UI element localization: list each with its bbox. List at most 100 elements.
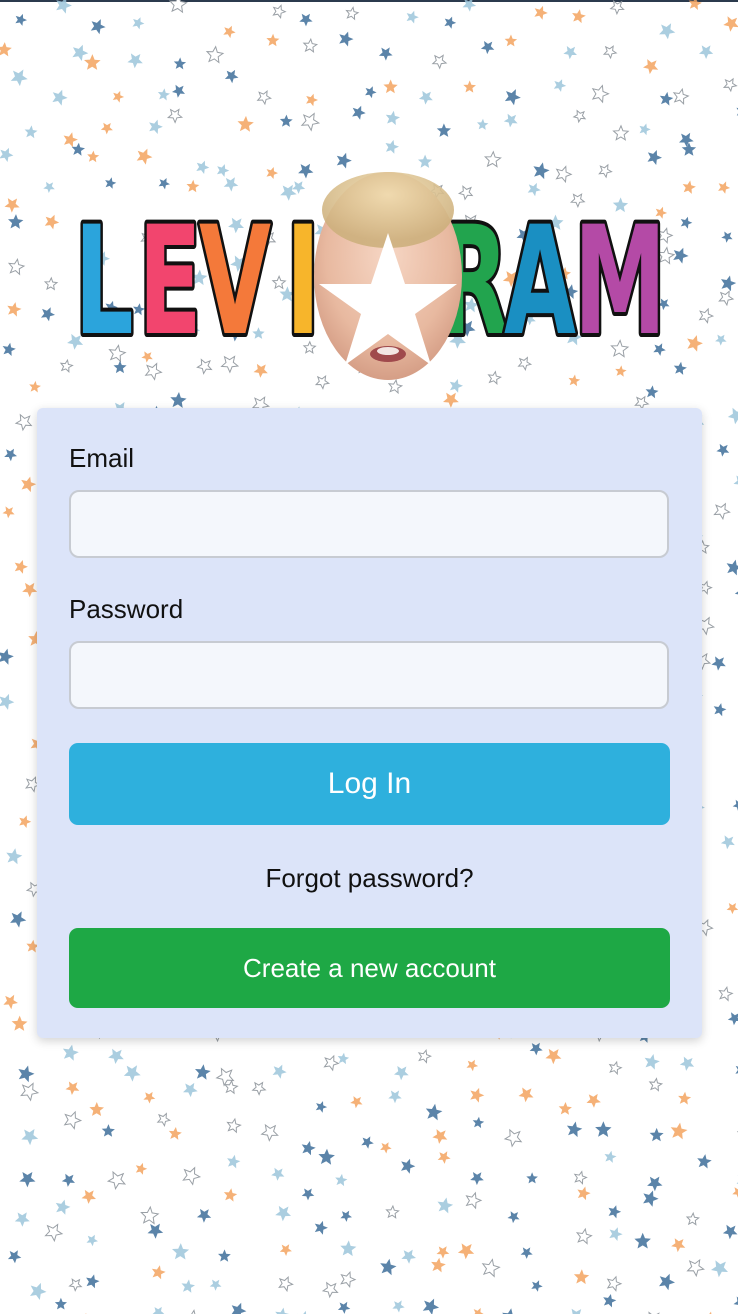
background-star-icon [0,693,15,710]
background-star-icon [337,1052,350,1065]
background-star-icon [147,1223,164,1239]
background-star-icon [24,125,38,139]
background-star-icon [385,1204,400,1219]
background-star-icon [699,45,714,59]
background-star-icon [127,53,143,69]
background-star-icon [672,87,690,105]
background-star-icon [634,1232,651,1249]
create-account-button[interactable]: Create a new account [69,928,670,1008]
background-star-icon [470,1172,484,1186]
background-star-icon [170,392,187,408]
background-star-icon [483,150,502,168]
background-star-icon [534,5,548,20]
background-star-icon [106,1170,127,1190]
background-star-icon [7,258,26,276]
logo-letter: A [504,195,576,369]
background-star-icon [723,16,738,32]
login-button[interactable]: Log In [69,743,670,825]
background-star-icon [609,0,625,16]
background-star-icon [152,1306,165,1314]
background-star-icon [336,152,352,169]
background-star-icon [21,476,37,493]
logo-letter: V [199,195,271,369]
background-star-icon [720,835,735,850]
background-star-icon [361,1136,374,1149]
background-star-icon [278,1275,294,1293]
background-star-icon [718,290,735,307]
password-input[interactable] [69,641,669,709]
background-star-icon [643,1190,659,1207]
background-star-icon [444,16,457,29]
background-star-icon [275,1307,290,1314]
background-star-icon [392,1300,405,1313]
background-star-icon [545,1048,562,1065]
background-star-icon [15,13,27,26]
background-star-icon [182,1166,202,1186]
background-star-icon [457,1243,475,1260]
background-star-icon [14,1212,30,1227]
forgot-password-link[interactable]: Forgot password? [37,863,702,894]
background-star-icon [260,1123,279,1142]
background-star-icon [30,1282,47,1300]
background-star-icon [2,342,16,356]
background-star-icon [670,1122,688,1140]
background-star-icon [531,1280,543,1292]
background-star-icon [350,1096,363,1109]
background-star-icon [520,1247,533,1259]
background-star-icon [43,276,59,291]
email-input[interactable] [69,490,669,558]
background-star-icon [380,1258,397,1276]
background-star-icon [183,1082,198,1098]
background-star-icon [63,132,78,148]
background-star-icon [481,1258,501,1278]
background-star-icon [572,109,587,124]
background-star-icon [718,181,731,194]
background-star-icon [713,502,731,521]
background-star-icon [132,17,145,30]
background-star-icon [22,582,38,598]
background-star-icon [223,1188,238,1202]
background-star-icon [466,1059,479,1072]
background-star-icon [385,139,399,154]
background-star-icon [251,1081,267,1096]
background-star-icon [340,1210,352,1222]
background-star-icon [502,1308,513,1314]
background-star-icon [518,1087,534,1103]
background-star-icon [566,1121,583,1138]
background-star-icon [65,1081,80,1095]
background-star-icon [586,1093,601,1108]
background-star-icon [422,1298,440,1314]
background-star-icon [352,105,366,120]
background-star-icon [648,1077,664,1092]
background-star-icon [8,214,24,229]
background-star-icon [306,93,318,107]
background-star-icon [29,380,41,393]
background-star-icon [209,1279,222,1291]
background-star-icon [443,392,459,408]
background-star-icon [43,181,55,193]
background-star-icon [679,132,694,148]
background-star-icon [647,1176,663,1192]
background-star-icon [437,1197,454,1214]
background-star-icon [231,1302,247,1314]
background-star-icon [394,1066,409,1081]
background-star-icon [682,180,696,194]
background-star-icon [300,112,321,132]
background-star-icon [321,1281,339,1299]
background-star-icon [223,1079,239,1095]
background-star-icon [108,1048,124,1064]
background-star-icon [157,88,170,101]
background-star-icon [195,1064,211,1080]
background-star-icon [279,1244,292,1256]
background-star-icon [639,123,651,136]
background-star-icon [591,84,610,104]
background-star-icon [436,123,451,137]
background-star-icon [388,1090,402,1104]
background-star-icon [507,1211,520,1224]
background-star-icon [55,1199,71,1215]
password-label: Password [69,594,184,624]
background-star-icon [301,1141,316,1156]
background-star-icon [721,275,737,292]
email-label: Email [69,443,135,473]
background-star-icon [87,150,100,163]
